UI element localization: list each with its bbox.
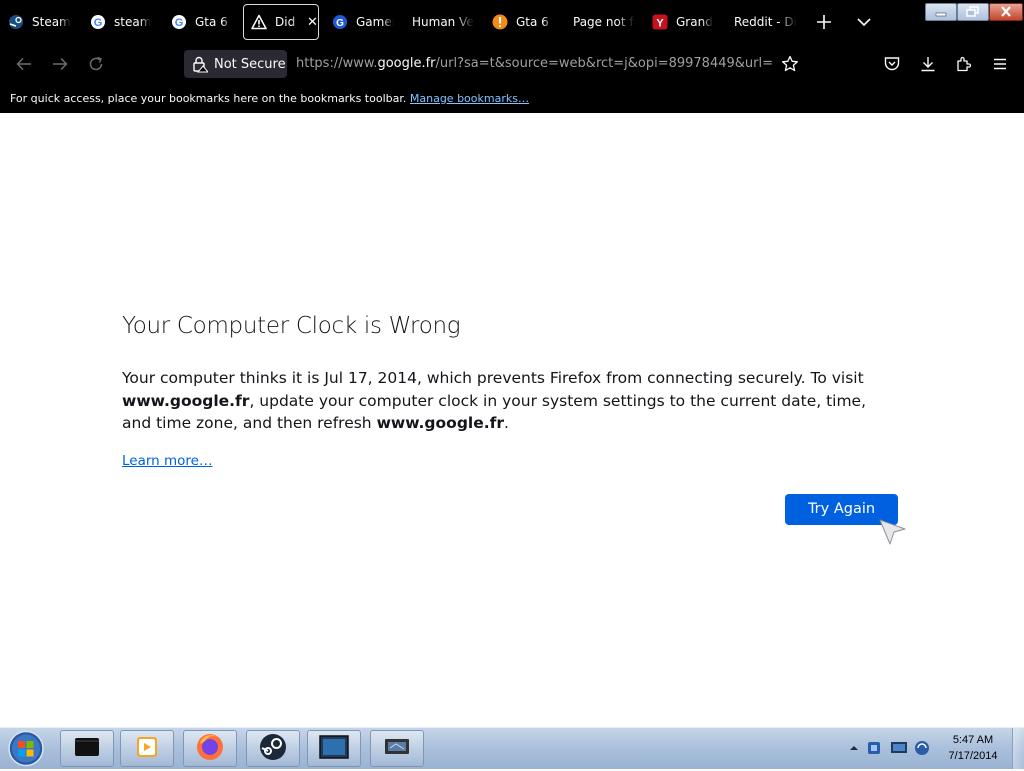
taskbar-app-terminal[interactable] bbox=[60, 730, 114, 767]
tab-label: Human Ve bbox=[412, 15, 474, 29]
steam-app-icon bbox=[258, 732, 288, 766]
firefox-icon bbox=[195, 732, 225, 766]
terminal-app-icon bbox=[72, 735, 102, 763]
minimize-window-button[interactable] bbox=[925, 3, 957, 21]
show-desktop-button[interactable] bbox=[1012, 728, 1024, 769]
menu-hamburger-icon[interactable] bbox=[990, 54, 1010, 74]
tray-app-icon[interactable] bbox=[866, 740, 882, 756]
lock-warning-icon bbox=[192, 55, 210, 73]
browser-chrome: Steam G steam G Gta 6 fr Did ✕ G bbox=[0, 0, 1024, 113]
taskbar-app-steam[interactable] bbox=[246, 730, 300, 767]
tab-steam[interactable]: Steam bbox=[8, 4, 72, 40]
monitor-app-icon bbox=[318, 734, 350, 764]
close-tab-icon[interactable]: ✕ bbox=[307, 15, 318, 30]
clock-time: 5:47 AM bbox=[952, 734, 994, 746]
info-icon bbox=[492, 14, 508, 30]
url-prefix: https://www. bbox=[296, 56, 378, 71]
learn-more-link[interactable]: Learn more… bbox=[122, 453, 213, 469]
new-tab-plus-icon[interactable] bbox=[812, 10, 836, 34]
svg-text:G: G bbox=[94, 17, 103, 29]
tab-active-did[interactable]: Did ✕ bbox=[243, 4, 319, 40]
url-host: google.fr bbox=[377, 56, 436, 71]
reload-icon[interactable] bbox=[86, 54, 106, 74]
tab-label: Grand bbox=[676, 15, 713, 29]
url-path: /url?sa=t&source=web&rct=j&opi=89978449&… bbox=[435, 56, 774, 71]
display-app-icon bbox=[382, 735, 412, 763]
manage-bookmarks-link[interactable]: Manage bookmarks… bbox=[410, 92, 529, 105]
tab-label: Reddit - Di bbox=[734, 15, 797, 29]
host-name: www.google.fr bbox=[376, 414, 505, 432]
tab-human-ve[interactable]: Human Ve bbox=[412, 4, 478, 40]
bookmarks-toolbar: For quick access, place your bookmarks h… bbox=[0, 88, 1024, 110]
gamer-icon: G bbox=[332, 14, 348, 30]
extensions-icon[interactable] bbox=[954, 54, 974, 74]
tab-gta6-fr[interactable]: G Gta 6 fr bbox=[171, 4, 233, 40]
error-description: Your computer thinks it is Jul 17, 2014,… bbox=[122, 367, 892, 435]
network-icon[interactable] bbox=[890, 740, 907, 756]
tab-label: steam bbox=[114, 15, 152, 29]
host-name: www.google.fr bbox=[122, 391, 250, 410]
description-text: Your computer thinks it is Jul 17, 2014,… bbox=[122, 369, 864, 387]
tab-label: Gta 6 fr bbox=[195, 15, 233, 29]
error-page: Your Computer Clock is Wrong Your comput… bbox=[0, 113, 1024, 727]
yelp-icon: Y bbox=[652, 14, 668, 30]
tab-gta6-g[interactable]: Gta 6 G bbox=[492, 4, 554, 40]
forward-arrow-icon[interactable] bbox=[50, 54, 70, 74]
media-player-icon bbox=[134, 735, 160, 763]
warning-icon bbox=[251, 14, 267, 30]
bookmark-star-icon[interactable] bbox=[780, 54, 800, 74]
taskbar-app-firefox[interactable] bbox=[183, 730, 237, 767]
windows-taskbar: 5:47 AM 7/17/2014 bbox=[0, 727, 1024, 769]
tab-gamer[interactable]: G Gamer bbox=[332, 4, 394, 40]
tab-label: Gta 6 G bbox=[516, 15, 554, 29]
back-arrow-icon[interactable] bbox=[14, 54, 34, 74]
tab-label: Page not fo bbox=[573, 15, 635, 29]
error-title: Your Computer Clock is Wrong bbox=[122, 313, 461, 339]
mouse-cursor-icon bbox=[877, 517, 907, 547]
tab-reddit[interactable]: Reddit - Di bbox=[734, 4, 798, 40]
google-icon: G bbox=[171, 14, 187, 30]
restore-window-button[interactable] bbox=[957, 3, 989, 21]
system-clock[interactable]: 5:47 AM 7/17/2014 bbox=[940, 732, 1006, 764]
tab-grand[interactable]: Y Grand bbox=[652, 4, 716, 40]
tab-label: Gamer bbox=[356, 15, 394, 29]
bookmarks-hint: For quick access, place your bookmarks h… bbox=[10, 92, 407, 105]
tab-google-steam[interactable]: G steam bbox=[90, 4, 152, 40]
volume-icon[interactable] bbox=[914, 740, 930, 756]
svg-text:G: G bbox=[336, 18, 344, 29]
tab-label: Did bbox=[275, 15, 296, 29]
svg-text:G: G bbox=[175, 17, 184, 29]
tab-page-not-found[interactable]: Page not fo bbox=[573, 4, 635, 40]
show-hidden-icons-icon[interactable] bbox=[846, 740, 862, 756]
tab-strip: Steam G steam G Gta 6 fr Did ✕ G bbox=[0, 0, 1024, 44]
url-field[interactable]: https://www.google.fr/url?sa=t&source=we… bbox=[296, 50, 774, 78]
clock-date: 7/17/2014 bbox=[948, 750, 998, 762]
not-secure-indicator[interactable]: Not Secure bbox=[184, 50, 287, 78]
taskbar-app-display[interactable] bbox=[370, 730, 424, 767]
tab-label: Steam bbox=[32, 15, 71, 29]
google-icon: G bbox=[90, 14, 106, 30]
security-label: Not Secure bbox=[214, 56, 286, 72]
description-text: . bbox=[504, 414, 509, 432]
start-button[interactable] bbox=[6, 730, 46, 767]
close-window-button[interactable] bbox=[989, 3, 1023, 21]
download-icon[interactable] bbox=[918, 54, 938, 74]
pocket-icon[interactable] bbox=[882, 54, 902, 74]
taskbar-app-media-player[interactable] bbox=[120, 730, 174, 767]
chevron-down-icon[interactable] bbox=[852, 10, 876, 34]
taskbar-app-window[interactable] bbox=[307, 730, 361, 767]
svg-text:Y: Y bbox=[656, 18, 664, 30]
steam-icon bbox=[8, 14, 24, 30]
